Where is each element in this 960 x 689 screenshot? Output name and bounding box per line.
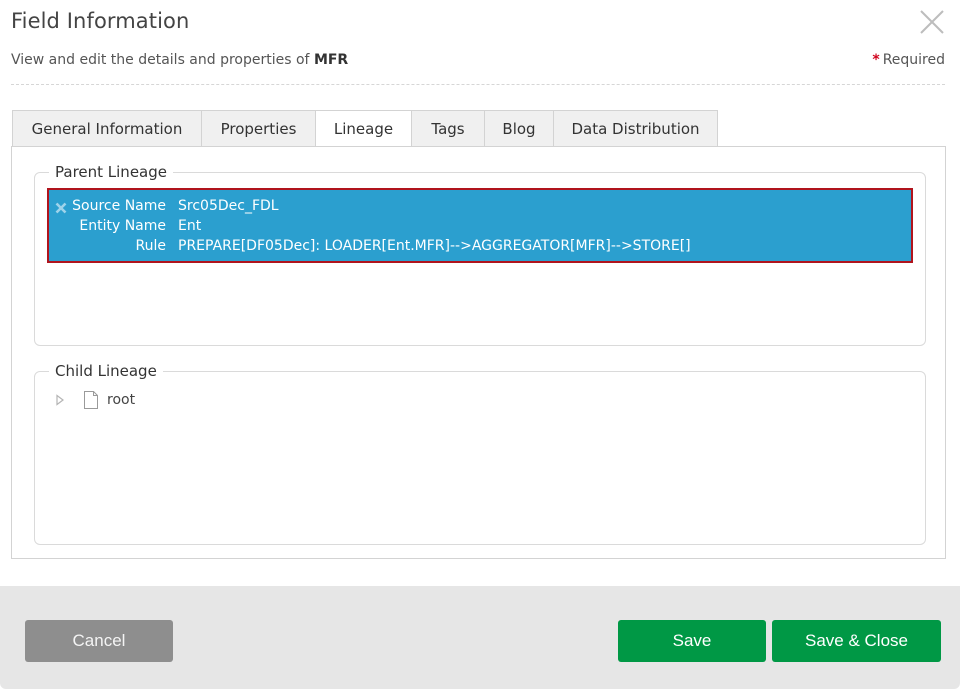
- source-name-value: Src05Dec_FDL: [178, 198, 279, 214]
- close-button[interactable]: [919, 9, 945, 35]
- parent-lineage-section: Parent Lineage Source Name Src05Dec_FDL …: [34, 162, 926, 346]
- source-name-label: Source Name: [72, 198, 166, 214]
- subtitle-text: View and edit the details and properties…: [11, 52, 310, 68]
- save-button[interactable]: Save: [618, 620, 766, 662]
- dialog-title: Field Information: [11, 9, 190, 33]
- file-icon: [84, 391, 98, 409]
- tree-node-root[interactable]: root: [55, 390, 135, 410]
- tab-bar: General Information Properties Lineage T…: [12, 110, 718, 148]
- required-legend: * Required: [872, 52, 945, 68]
- subtitle-entity: MFR: [313, 52, 349, 68]
- header-divider: [11, 84, 945, 85]
- rule-label: Rule: [135, 238, 166, 254]
- entity-name-label: Entity Name: [79, 218, 166, 234]
- child-lineage-section: Child Lineage root: [34, 361, 926, 545]
- parent-lineage-legend: Parent Lineage: [49, 162, 173, 182]
- dialog-subtitle: View and edit the details and properties…: [11, 52, 348, 68]
- save-and-close-button[interactable]: Save & Close: [772, 620, 941, 662]
- required-star: *: [872, 52, 880, 68]
- tab-tags[interactable]: Tags: [411, 110, 484, 147]
- tab-properties[interactable]: Properties: [201, 110, 315, 147]
- close-icon: [920, 10, 944, 34]
- tree-node-label: root: [107, 392, 136, 408]
- parent-lineage-item[interactable]: Source Name Src05Dec_FDL Entity Name Ent…: [47, 188, 913, 263]
- tab-data-distribution[interactable]: Data Distribution: [553, 110, 718, 147]
- child-lineage-legend: Child Lineage: [49, 361, 163, 381]
- tab-general-information[interactable]: General Information: [12, 110, 201, 147]
- required-label: Required: [882, 52, 945, 68]
- dialog-footer: Cancel Save Save & Close: [0, 586, 960, 689]
- entity-name-value: Ent: [178, 218, 202, 234]
- field-information-dialog: Field Information View and edit the deta…: [0, 0, 960, 689]
- lineage-tab-panel: Parent Lineage Source Name Src05Dec_FDL …: [11, 146, 946, 559]
- rule-value: PREPARE[DF05Dec]: LOADER[Ent.MFR]-->AGGR…: [178, 238, 691, 254]
- cancel-button[interactable]: Cancel: [25, 620, 173, 662]
- tab-blog[interactable]: Blog: [484, 110, 553, 147]
- tab-lineage[interactable]: Lineage: [315, 110, 411, 148]
- expand-triangle-icon[interactable]: [55, 394, 65, 406]
